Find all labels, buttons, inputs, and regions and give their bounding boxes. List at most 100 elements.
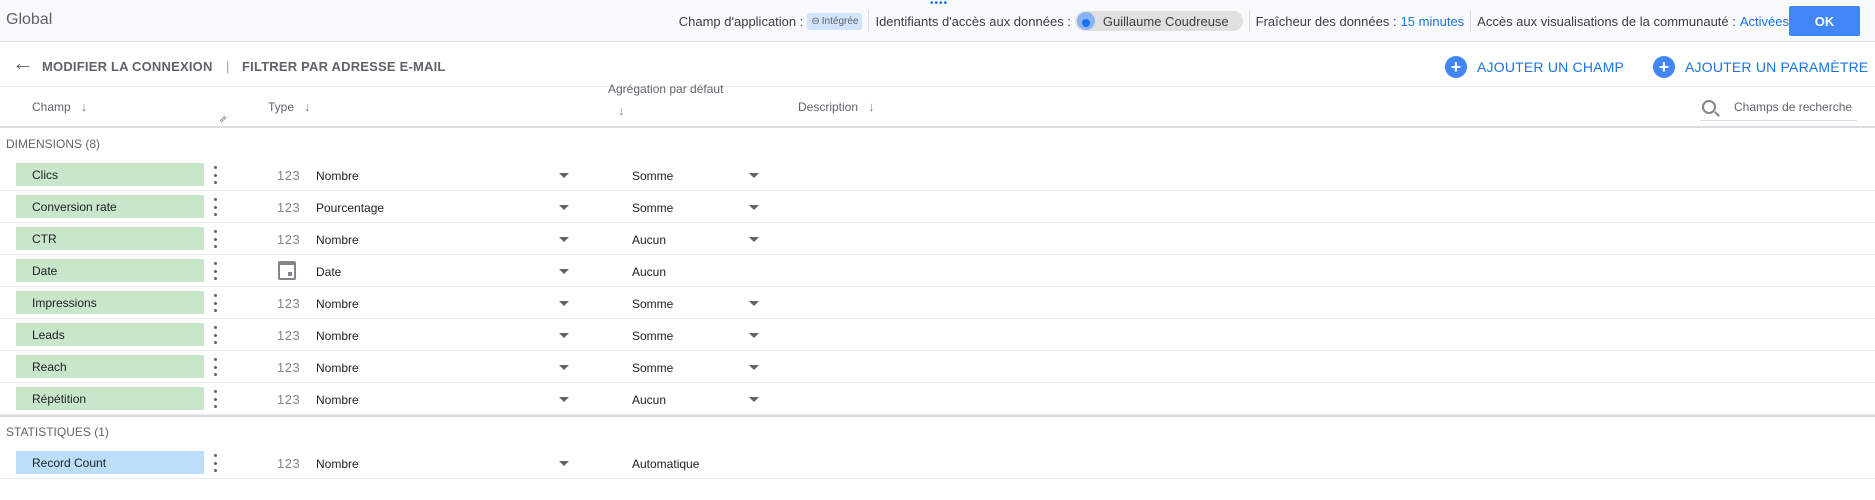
aggregation-select[interactable]: Aucun: [632, 265, 666, 279]
search-input[interactable]: Champs de recherche: [1700, 94, 1857, 121]
field-type-select[interactable]: Date: [316, 265, 341, 279]
freshness-label: Fraîcheur des données :: [1255, 13, 1397, 29]
calendar-icon: [278, 261, 296, 280]
plus-icon: +: [1653, 56, 1675, 78]
chevron-down-icon[interactable]: [559, 333, 569, 338]
table-row[interactable]: Reach 123 Nombre Somme: [0, 351, 1875, 383]
field-type-select[interactable]: Nombre: [316, 169, 359, 183]
aggregation-select[interactable]: Aucun: [632, 393, 666, 407]
chevron-down-icon[interactable]: [749, 173, 759, 178]
table-row[interactable]: Clics 123 Nombre Somme: [0, 159, 1875, 191]
field-type-select[interactable]: Nombre: [316, 361, 359, 375]
add-parameter-button[interactable]: + AJOUTER UN PARAMÈTRE: [1653, 56, 1868, 78]
aggregation-select[interactable]: Automatique: [632, 457, 699, 471]
column-header-field-label: Champ: [32, 100, 71, 114]
freshness-link[interactable]: 15 minutes: [1401, 14, 1465, 29]
field-type-select[interactable]: Nombre: [316, 393, 359, 407]
toolbar-separator: |: [226, 59, 230, 74]
field-type-select[interactable]: Nombre: [316, 329, 359, 343]
field-name-chip[interactable]: Conversion rate: [16, 195, 204, 218]
field-name-chip[interactable]: Record Count: [16, 451, 204, 474]
chevron-down-icon[interactable]: [559, 173, 569, 178]
more-vert-icon[interactable]: [214, 230, 218, 248]
more-vert-icon[interactable]: [214, 294, 218, 312]
field-type-select[interactable]: Nombre: [316, 233, 359, 247]
more-vert-icon[interactable]: [214, 198, 218, 216]
more-vert-icon[interactable]: [214, 358, 218, 376]
credentials-user-chip[interactable]: Guillaume Coudreuse: [1074, 11, 1243, 31]
field-name-chip[interactable]: CTR: [16, 227, 204, 250]
field-name-chip[interactable]: Impressions: [16, 291, 204, 314]
chevron-down-icon[interactable]: [749, 333, 759, 338]
edit-connection-button[interactable]: MODIFIER LA CONNEXION: [42, 59, 213, 74]
scope-chip[interactable]: ⊖ Intégrée: [807, 12, 863, 30]
chevron-down-icon[interactable]: [749, 237, 759, 242]
number-type-icon: 123: [277, 456, 301, 471]
credentials-label: Identifiants d'accès aux données :: [875, 13, 1071, 29]
more-vert-icon[interactable]: [214, 262, 218, 280]
column-header-field[interactable]: Champ ↓: [32, 99, 87, 114]
column-header-description-label: Description: [798, 100, 859, 114]
chevron-down-icon[interactable]: [559, 205, 569, 210]
field-type-select[interactable]: Nombre: [316, 457, 359, 471]
avatar-icon: [1076, 12, 1095, 30]
column-header-type[interactable]: Type ↓: [268, 99, 311, 114]
search-icon: [1702, 100, 1716, 114]
field-name-chip[interactable]: Répétition: [16, 387, 204, 410]
table-row[interactable]: Conversion rate 123 Pourcentage Somme: [0, 191, 1875, 223]
credentials-user-name: Guillaume Coudreuse: [1102, 13, 1229, 29]
chevron-down-icon[interactable]: [559, 269, 569, 274]
sort-arrow-icon[interactable]: ↓: [868, 99, 875, 114]
more-vert-icon[interactable]: [214, 326, 218, 344]
column-header-type-label: Type: [268, 100, 295, 114]
sort-arrow-icon[interactable]: ↓: [618, 103, 625, 118]
chevron-down-icon[interactable]: [559, 397, 569, 402]
chevron-down-icon[interactable]: [749, 301, 759, 306]
filter-email-button[interactable]: FILTRER PAR ADRESSE E-MAIL: [242, 59, 446, 74]
field-name-chip[interactable]: Leads: [16, 323, 204, 346]
ok-button[interactable]: OK: [1789, 6, 1860, 36]
more-vert-icon[interactable]: [214, 166, 218, 184]
column-header-description[interactable]: Description ↓: [798, 99, 875, 114]
chevron-down-icon[interactable]: [559, 365, 569, 370]
table-row[interactable]: Impressions 123 Nombre Somme: [0, 287, 1875, 319]
chevron-down-icon[interactable]: [749, 205, 759, 210]
chevron-down-icon[interactable]: [749, 397, 759, 402]
more-vert-icon[interactable]: [214, 454, 218, 472]
aggregation-select[interactable]: Aucun: [632, 233, 666, 247]
aggregation-select[interactable]: Somme: [632, 201, 673, 215]
field-name-chip[interactable]: Reach: [16, 355, 204, 378]
chevron-down-icon[interactable]: [749, 365, 759, 370]
number-type-icon: 123: [277, 392, 301, 407]
column-header-aggregation[interactable]: Agrégation par défaut: [608, 82, 723, 96]
table-row[interactable]: CTR 123 Nombre Aucun: [0, 223, 1875, 255]
aggregation-select[interactable]: Somme: [632, 329, 673, 343]
more-vert-icon[interactable]: [214, 390, 218, 408]
community-label: Accès aux visualisations de la communaut…: [1477, 13, 1736, 29]
chevron-down-icon[interactable]: [559, 461, 569, 466]
table-row[interactable]: Répétition 123 Nombre Aucun: [0, 383, 1875, 415]
table-row[interactable]: Record Count 123 Nombre Automatique: [0, 447, 1875, 479]
add-parameter-label: AJOUTER UN PARAMÈTRE: [1685, 59, 1869, 75]
sort-arrow-icon[interactable]: ↓: [304, 99, 311, 114]
data-source-settings: Champ d'application : ⊖ Intégrée Identif…: [679, 0, 1789, 42]
scope-chip-label: Intégrée: [821, 15, 859, 27]
sort-arrow-icon[interactable]: ↓: [81, 99, 88, 114]
table-row[interactable]: Date Date Aucun: [0, 255, 1875, 287]
field-type-select[interactable]: Pourcentage: [316, 201, 384, 215]
aggregation-select[interactable]: Somme: [632, 297, 673, 311]
aggregation-select[interactable]: Somme: [632, 361, 673, 375]
aggregation-select[interactable]: Somme: [632, 169, 673, 183]
community-link[interactable]: Activées: [1740, 14, 1789, 29]
field-name-chip[interactable]: Clics: [16, 163, 204, 186]
scope-label: Champ d'application :: [678, 13, 804, 29]
divider: [1470, 10, 1472, 32]
field-name-chip[interactable]: Date: [16, 259, 204, 282]
chevron-down-icon[interactable]: [559, 237, 569, 242]
chevron-down-icon[interactable]: [559, 301, 569, 306]
add-field-button[interactable]: + AJOUTER UN CHAMP: [1445, 56, 1624, 78]
back-arrow-icon[interactable]: ←: [12, 52, 34, 74]
field-type-select[interactable]: Nombre: [316, 297, 359, 311]
resize-handle-icon[interactable]: ═: [217, 113, 230, 126]
table-row[interactable]: Leads 123 Nombre Somme: [0, 319, 1875, 351]
